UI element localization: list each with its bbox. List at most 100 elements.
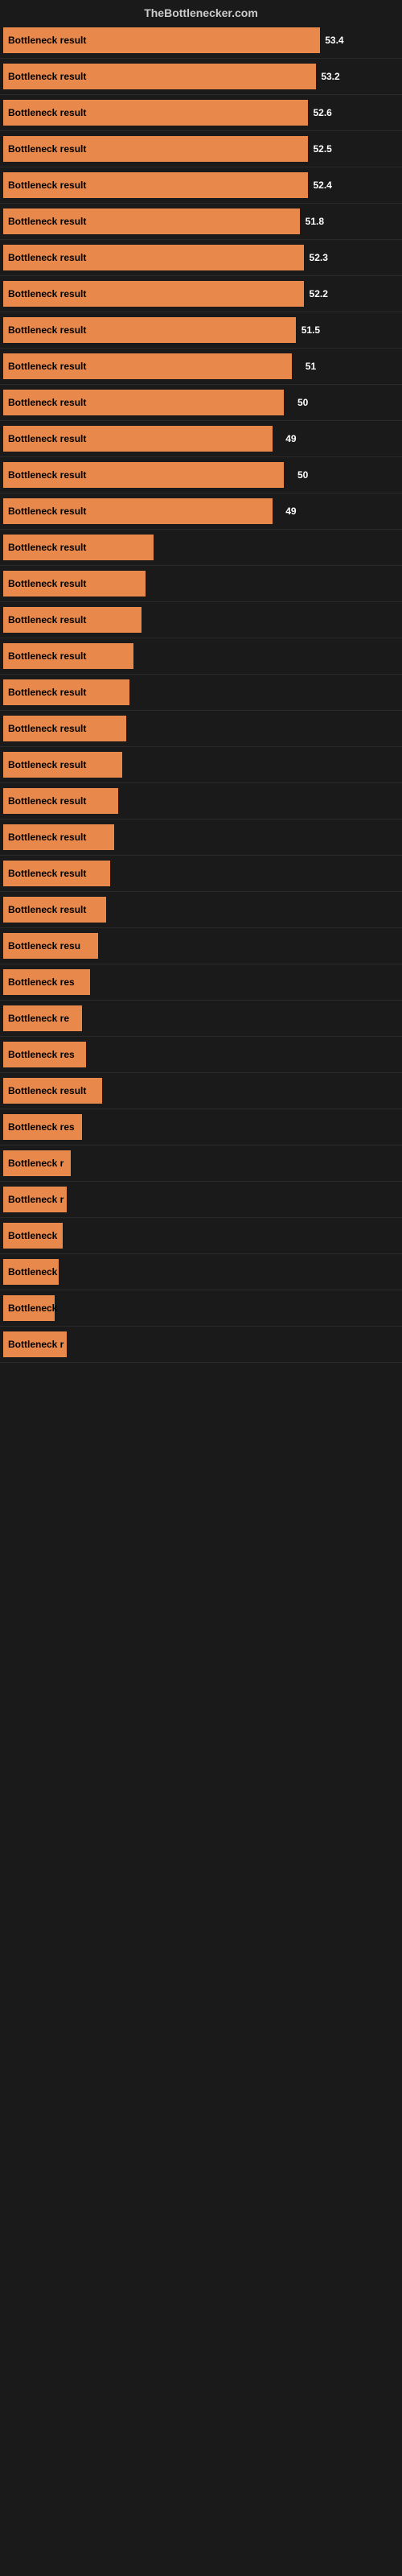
bar-fill: Bottleneck result52.5: [3, 136, 308, 162]
bar-wrapper: Bottleneck result50: [3, 390, 399, 415]
bar-fill: Bottleneck result: [3, 535, 154, 560]
bar-label: Bottleneck result: [8, 71, 86, 82]
bar-row: Bottleneck result52.4: [0, 167, 402, 204]
bar-value: 51.5: [302, 324, 320, 336]
bar-fill: Bottleneck resu: [3, 933, 98, 959]
bar-wrapper: Bottleneck res: [3, 1042, 399, 1067]
bar-fill: Bottleneck: [3, 1259, 59, 1285]
bar-wrapper: Bottleneck result52.6: [3, 100, 399, 126]
bar-wrapper: Bottleneck result: [3, 535, 399, 560]
bar-wrapper: Bottleneck result52.5: [3, 136, 399, 162]
bar-fill: Bottleneck result51.5: [3, 317, 296, 343]
header: TheBottlenecker.com: [0, 0, 402, 23]
bar-label: Bottleneck r: [8, 1194, 64, 1205]
bars-list: Bottleneck result 53.4 Bottleneck result 53…: [0, 23, 402, 1363]
bar-label: Bottleneck res: [8, 976, 75, 988]
bar-wrapper: Bottleneck result51: [3, 353, 399, 379]
bar-row: Bottleneck result 53.2: [0, 59, 402, 95]
bar-row: Bottleneck result50: [0, 385, 402, 421]
bar-wrapper: Bottleneck re: [3, 1005, 399, 1031]
bar-label: Bottleneck r: [8, 1158, 64, 1169]
bar-wrapper: Bottleneck res: [3, 969, 399, 995]
bar-wrapper: Bottleneck resu: [3, 933, 399, 959]
bar-wrapper: Bottleneck result49: [3, 426, 399, 452]
bar-wrapper: Bottleneck: [3, 1223, 399, 1249]
bar-label: Bottleneck result: [8, 795, 86, 807]
bar-row: Bottleneck result: [0, 819, 402, 856]
bar-fill: Bottleneck result53.4: [3, 27, 320, 53]
bar-label: Bottleneck result: [8, 1085, 86, 1096]
bar-label: Bottleneck result: [8, 868, 86, 879]
bar-wrapper: Bottleneck result49: [3, 498, 399, 524]
bar-label: Bottleneck result: [8, 759, 86, 770]
bar-value: 51.8: [306, 216, 324, 227]
bar-row: Bottleneck result: [0, 856, 402, 892]
bar-row: Bottleneck result50: [0, 457, 402, 493]
bar-fill: Bottleneck r: [3, 1187, 67, 1212]
bar-label: Bottleneck result: [8, 107, 86, 118]
bar-label: Bottleneck r: [8, 1339, 64, 1350]
bar-fill: Bottleneck result50: [3, 462, 284, 488]
bar-wrapper: Bottleneck result: [3, 607, 399, 633]
bar-row: Bottleneck result: [0, 783, 402, 819]
bar-row: Bottleneck result52.6: [0, 95, 402, 131]
bar-label: Bottleneck result: [8, 35, 86, 46]
bar-label: Bottleneck result: [8, 180, 86, 191]
bar-row: Bottleneck result51: [0, 349, 402, 385]
bar-fill: Bottleneck result: [3, 752, 122, 778]
bar-label: Bottleneck re: [8, 1013, 69, 1024]
bar-row: Bottleneck result51.5: [0, 312, 402, 349]
bar-wrapper: Bottleneck result51.5: [3, 317, 399, 343]
bar-row: Bottleneck r: [0, 1146, 402, 1182]
bar-row: Bottleneck: [0, 1290, 402, 1327]
bar-fill: Bottleneck result49: [3, 426, 273, 452]
bar-value: 53.4: [325, 35, 343, 46]
bar-label: Bottleneck: [8, 1266, 57, 1278]
bar-fill: Bottleneck result52.2: [3, 281, 304, 307]
bar-wrapper: Bottleneck result: [3, 571, 399, 597]
bar-value: 53.2: [321, 71, 339, 82]
bar-wrapper: Bottleneck r: [3, 1331, 399, 1357]
bar-label: Bottleneck: [8, 1302, 57, 1314]
bar-row: Bottleneck result49: [0, 421, 402, 457]
bar-label: Bottleneck result: [8, 506, 86, 517]
bar-value: 50: [297, 469, 308, 481]
bar-wrapper: Bottleneck result: [3, 897, 399, 923]
bar-wrapper: Bottleneck result 53.4: [3, 27, 399, 53]
bar-wrapper: Bottleneck res: [3, 1114, 399, 1140]
bar-row: Bottleneck resu: [0, 928, 402, 964]
bar-label: Bottleneck result: [8, 904, 86, 915]
bar-row: Bottleneck res: [0, 1037, 402, 1073]
bar-row: Bottleneck re: [0, 1001, 402, 1037]
bar-wrapper: Bottleneck result52.4: [3, 172, 399, 198]
bar-row: Bottleneck r: [0, 1182, 402, 1218]
bar-value: 52.3: [310, 252, 328, 263]
bar-wrapper: Bottleneck result: [3, 824, 399, 850]
bar-fill: Bottleneck res: [3, 1114, 82, 1140]
bar-row: Bottleneck result52.2: [0, 276, 402, 312]
bar-label: Bottleneck res: [8, 1049, 75, 1060]
bar-value: 52.2: [310, 288, 328, 299]
bar-wrapper: Bottleneck r: [3, 1150, 399, 1176]
bar-label: Bottleneck result: [8, 650, 86, 662]
bar-label: Bottleneck result: [8, 361, 86, 372]
bar-label: Bottleneck resu: [8, 940, 80, 952]
bar-row: Bottleneck result: [0, 602, 402, 638]
site-title: TheBottlenecker.com: [144, 6, 258, 19]
bar-fill: Bottleneck: [3, 1295, 55, 1321]
bar-row: Bottleneck r: [0, 1327, 402, 1363]
bar-row: Bottleneck result52.5: [0, 131, 402, 167]
bar-row: Bottleneck result: [0, 747, 402, 783]
bar-value: 50: [297, 397, 308, 408]
bar-row: Bottleneck result: [0, 711, 402, 747]
bar-label: Bottleneck result: [8, 252, 86, 263]
bar-row: Bottleneck result: [0, 530, 402, 566]
bar-wrapper: Bottleneck r: [3, 1187, 399, 1212]
bar-fill: Bottleneck result53.2: [3, 64, 316, 89]
bar-fill: Bottleneck r: [3, 1150, 71, 1176]
bar-label: Bottleneck result: [8, 433, 86, 444]
bar-label: Bottleneck result: [8, 143, 86, 155]
bar-fill: Bottleneck result: [3, 897, 106, 923]
bar-wrapper: Bottleneck result50: [3, 462, 399, 488]
bar-label: Bottleneck: [8, 1230, 57, 1241]
